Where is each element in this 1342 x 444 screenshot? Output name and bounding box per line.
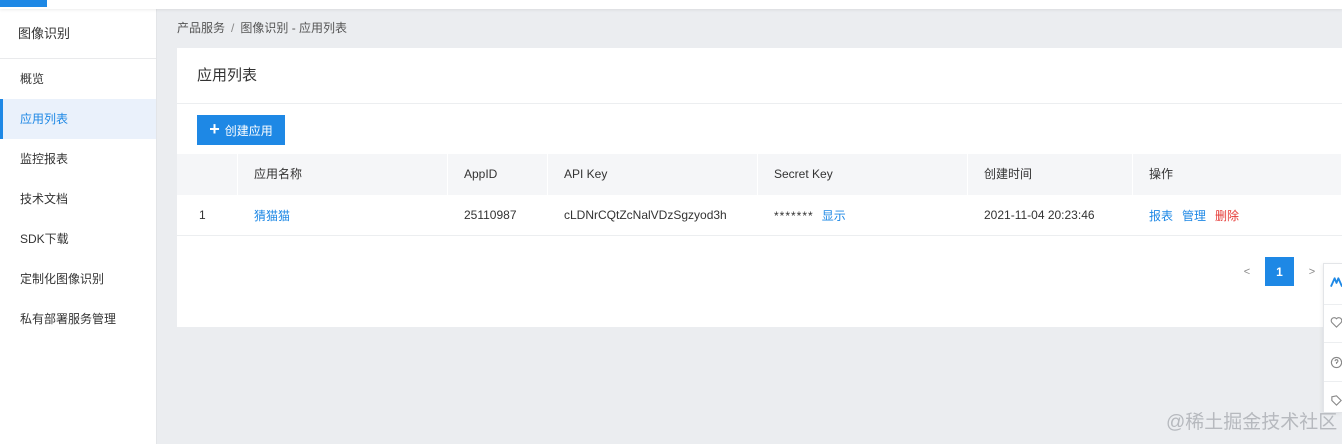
prev-page-button[interactable]: < bbox=[1239, 266, 1255, 278]
row-index: 1 bbox=[199, 208, 206, 222]
sidebar-item-private-deploy[interactable]: 私有部署服务管理 bbox=[0, 299, 156, 339]
plus-icon: + bbox=[209, 119, 220, 139]
sidebar-item-app-list[interactable]: 应用列表 bbox=[0, 99, 156, 139]
manage-link[interactable]: 管理 bbox=[1182, 209, 1206, 223]
sidebar-item-monitor-report[interactable]: 监控报表 bbox=[0, 139, 156, 179]
table-header-appid: AppID bbox=[448, 154, 548, 195]
heart-icon[interactable] bbox=[1330, 316, 1342, 329]
create-app-button-label: 创建应用 bbox=[224, 123, 273, 138]
app-table: 应用名称 AppID API Key Secret Key 创建时间 操作 1 … bbox=[177, 154, 1342, 236]
table-header-ops: 操作 bbox=[1133, 154, 1342, 195]
table-header-secret-key: Secret Key bbox=[758, 154, 968, 195]
sidebar-item-custom-recognition[interactable]: 定制化图像识别 bbox=[0, 259, 156, 299]
sidebar-title: 图像识别 bbox=[0, 9, 156, 59]
secret-key-mask: ******* bbox=[774, 208, 814, 223]
show-secret-link[interactable]: 显示 bbox=[822, 209, 846, 223]
report-link[interactable]: 报表 bbox=[1149, 209, 1173, 223]
app-id: 25110987 bbox=[464, 208, 517, 222]
tag-icon[interactable] bbox=[1330, 394, 1342, 407]
create-app-button[interactable]: + 创建应用 bbox=[197, 115, 285, 145]
next-page-button[interactable]: > bbox=[1304, 266, 1320, 278]
sidebar-item-overview[interactable]: 概览 bbox=[0, 59, 156, 99]
table-header-api-key: API Key bbox=[548, 154, 758, 195]
table-header-index bbox=[177, 154, 238, 195]
breadcrumb-separator: / bbox=[231, 21, 235, 35]
sidebar-item-sdk-download[interactable]: SDK下载 bbox=[0, 219, 156, 259]
api-key: cLDNrCQtZcNalVDzSgzyod3h bbox=[564, 208, 727, 222]
table-header-created: 创建时间 bbox=[968, 154, 1133, 195]
top-bar bbox=[0, 0, 1342, 9]
app-list-card: 应用列表 + 创建应用 应用名称 AppID API Key Secret Ke… bbox=[177, 48, 1342, 327]
breadcrumb-root[interactable]: 产品服务 bbox=[177, 21, 225, 35]
top-bar-accent[interactable] bbox=[0, 0, 47, 7]
created-time: 2021-11-04 20:23:46 bbox=[984, 208, 1095, 222]
table-row: 1 猜猫猫 25110987 cLDNrCQtZcNalVDzSgzyod3h … bbox=[177, 195, 1342, 236]
delete-link[interactable]: 删除 bbox=[1215, 209, 1239, 223]
page-button-current[interactable]: 1 bbox=[1265, 257, 1294, 286]
breadcrumb-current: 图像识别 - 应用列表 bbox=[240, 21, 348, 35]
table-header-row: 应用名称 AppID API Key Secret Key 创建时间 操作 bbox=[177, 154, 1342, 195]
table-header-name: 应用名称 bbox=[238, 154, 448, 195]
pagination: < 1 > bbox=[1239, 257, 1320, 286]
app-name-link[interactable]: 猜猫猫 bbox=[254, 209, 290, 223]
page-title: 应用列表 bbox=[177, 48, 1342, 104]
sidebar-item-docs[interactable]: 技术文档 bbox=[0, 179, 156, 219]
watermark: @稀土掘金技术社区 bbox=[1166, 412, 1338, 433]
logo-icon[interactable] bbox=[1330, 275, 1342, 289]
breadcrumb: 产品服务 / 图像识别 - 应用列表 bbox=[177, 19, 347, 36]
sidebar: 图像识别 概览 应用列表 监控报表 技术文档 SDK下载 定制化图像识别 私有部… bbox=[0, 9, 157, 444]
floating-tool-panel bbox=[1323, 263, 1342, 413]
help-icon[interactable] bbox=[1330, 356, 1342, 369]
